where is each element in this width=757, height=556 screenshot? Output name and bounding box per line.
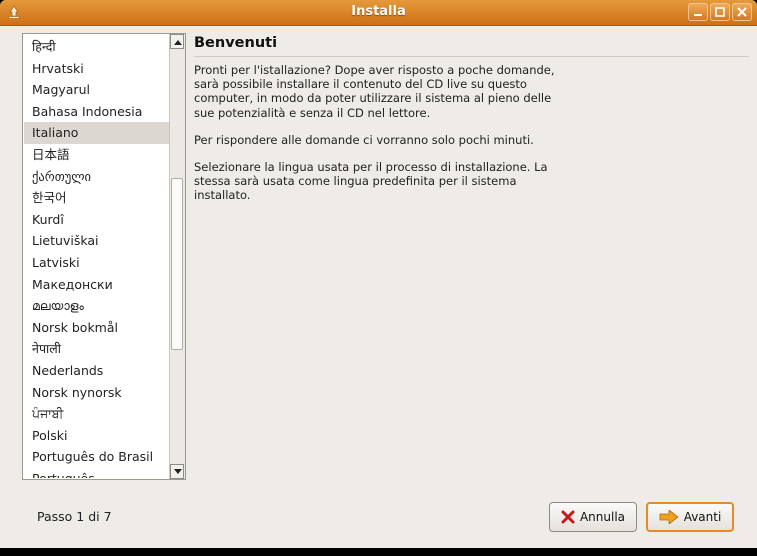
language-item[interactable]: Português [24, 468, 170, 478]
language-item[interactable]: 日本語 [24, 144, 170, 166]
minimize-icon [694, 14, 702, 16]
language-paragraph: Selezionare la lingua usata per il proce… [194, 160, 548, 203]
intro-paragraph: Pronti per l'istallazione? Dope aver ris… [194, 63, 555, 120]
next-button[interactable]: Avanti [646, 502, 734, 532]
language-item[interactable]: Lietuviškai [24, 230, 170, 252]
language-item[interactable]: Nederlands [24, 360, 170, 382]
language-item[interactable]: 한국어 [24, 187, 170, 209]
window-title: Installa [351, 4, 406, 19]
arrow-down-icon [174, 469, 182, 474]
close-button[interactable] [732, 3, 752, 21]
cancel-button[interactable]: Annulla [549, 502, 637, 532]
page-title: Benvenuti [194, 35, 278, 51]
language-item[interactable]: Bahasa Indonesia [24, 101, 170, 123]
installer-window: Installa हिन्दी Hrvatski Magyarul Bahasa In… [0, 0, 757, 548]
minimize-button[interactable] [688, 3, 708, 21]
language-list-scrollbar[interactable] [169, 34, 185, 479]
language-item[interactable]: മലയാളം [24, 295, 170, 317]
maximize-button[interactable] [710, 3, 730, 21]
cancel-button-label: Annulla [579, 510, 626, 524]
language-item[interactable]: Italiano [24, 122, 170, 144]
language-item[interactable]: Kurdî [24, 209, 170, 231]
next-button-label: Avanti [683, 510, 722, 524]
maximize-icon [715, 7, 725, 17]
scrollbar-thumb[interactable] [171, 178, 183, 350]
language-item[interactable]: Norsk bokmål [24, 317, 170, 339]
title-bar[interactable]: Installa [0, 0, 757, 26]
language-item[interactable]: Latviski [24, 252, 170, 274]
scroll-up-button[interactable] [170, 34, 184, 49]
language-list-pane: हिन्दी Hrvatski Magyarul Bahasa Indonesia It… [22, 33, 186, 480]
time-paragraph: Per rispondere alle domande ci vorranno … [194, 132, 534, 147]
language-item[interactable]: ਪੰਜਾਬੀ [24, 403, 170, 425]
language-item[interactable]: Hrvatski [24, 58, 170, 80]
screen-bottom-edge [0, 548, 757, 556]
close-icon [737, 7, 747, 17]
language-item[interactable]: हिन्दी [24, 36, 170, 58]
scroll-down-button[interactable] [170, 464, 184, 479]
language-list[interactable]: हिन्दी Hrvatski Magyarul Bahasa Indonesia It… [24, 35, 170, 478]
heading-divider [194, 56, 749, 57]
language-item[interactable]: Polski [24, 425, 170, 447]
language-item[interactable]: Português do Brasil [24, 446, 170, 468]
arrow-right-icon [659, 510, 679, 524]
language-item[interactable]: Norsk nynorsk [24, 382, 170, 404]
language-item[interactable]: Magyarul [24, 79, 170, 101]
arrow-up-icon [174, 40, 182, 45]
language-item[interactable]: ქართული [24, 166, 170, 188]
step-indicator: Passo 1 di 7 [37, 509, 112, 524]
language-item[interactable]: Македонски [24, 274, 170, 296]
x-icon [561, 510, 575, 524]
welcome-content: Benvenuti Pronti per l'istallazione? Dop… [194, 33, 750, 216]
language-item[interactable]: नेपाली [24, 338, 170, 360]
